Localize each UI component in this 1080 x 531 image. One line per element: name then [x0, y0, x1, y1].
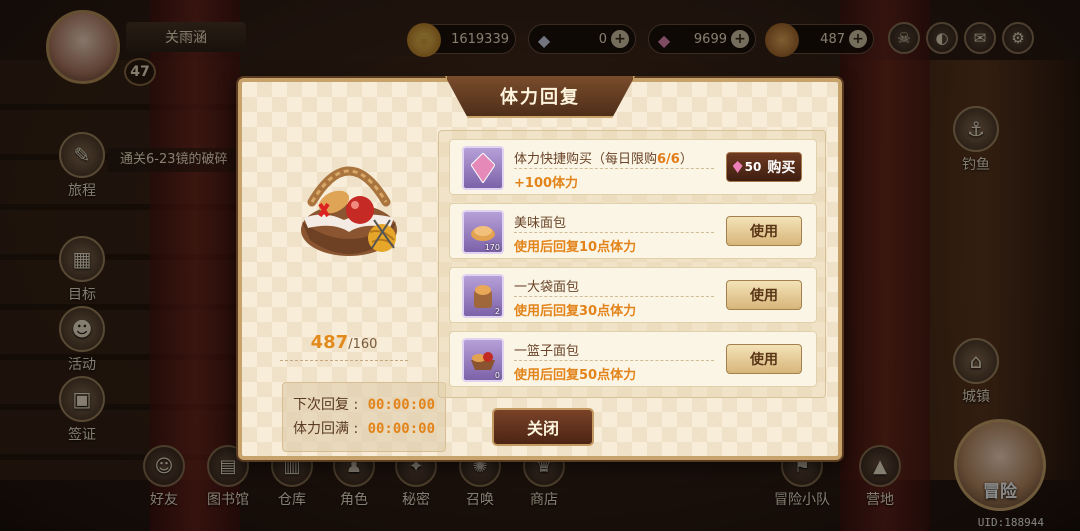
close-button[interactable]: 关闭 — [492, 408, 594, 446]
full-recover-time: 00:00:00 — [367, 421, 435, 437]
next-recover-row: 下次回复 : 00:00:00 — [293, 393, 435, 417]
crystal-icon — [462, 146, 504, 190]
recovery-timer-box: 下次回复 : 00:00:00 体力回满 : 00:00:00 — [282, 382, 446, 452]
item-name: 体力快捷购买（每日限购6/6） — [514, 152, 693, 167]
item-name: 美味面包 — [514, 216, 567, 231]
item-description: 使用后回复10点体力 — [514, 240, 637, 255]
stamina-count: 487/160 — [260, 332, 428, 353]
full-recover-label: 体力回满 : — [293, 421, 359, 437]
divider — [514, 168, 714, 169]
buy-button[interactable]: 50 购买 — [726, 152, 802, 182]
divider — [514, 296, 714, 297]
bread-icon: 170 — [462, 210, 504, 254]
list-item: 170 美味面包 使用后回复10点体力 使用 — [449, 203, 817, 259]
item-name: 一篮子面包 — [514, 344, 580, 359]
item-description: 使用后回复50点体力 — [514, 368, 637, 383]
buy-cost: 50 — [732, 160, 761, 174]
divider — [514, 360, 714, 361]
crystal-icon — [732, 161, 743, 173]
use-button[interactable]: 使用 — [726, 280, 802, 310]
buy-label: 购买 — [767, 160, 796, 176]
stamina-recovery-dialog: 体力回复 487/160 下次回复 : 00:00:00 体力回满: 00:0… — [238, 76, 842, 460]
stamina-max: /160 — [348, 337, 378, 352]
bread-basket-icon: 0 — [462, 338, 504, 382]
use-button[interactable]: 使用 — [726, 344, 802, 374]
bread-basket-icon — [301, 166, 397, 256]
full-recover-row: 体力回满 : 00:00:00 — [293, 417, 435, 441]
stamina-current: 487 — [310, 332, 349, 353]
list-item: 2 一大袋面包 使用后回复30点体力 使用 — [449, 267, 817, 323]
item-description: 使用后回复30点体力 — [514, 304, 637, 319]
stamina-summary: 487/160 下次回复 : 00:00:00 体力回满 : 00:00:00 — [260, 136, 446, 452]
item-description: +100体力 — [514, 176, 579, 191]
recovery-item-list: 体力快捷购买（每日限购6/6） +100体力 50 购买 170 美味面包 使用… — [438, 130, 826, 398]
divider — [280, 360, 408, 361]
next-recover-label: 下次回复 : — [293, 397, 359, 413]
list-item: 体力快捷购买（每日限购6/6） +100体力 50 购买 — [449, 139, 817, 195]
dialog-title: 体力回复 — [445, 76, 635, 118]
use-button[interactable]: 使用 — [726, 216, 802, 246]
bread-bag-icon: 2 — [462, 274, 504, 318]
list-item: 0 一篮子面包 使用后回复50点体力 使用 — [449, 331, 817, 387]
item-name: 一大袋面包 — [514, 280, 580, 295]
divider — [514, 232, 714, 233]
next-recover-time: 00:00:00 — [367, 397, 435, 413]
